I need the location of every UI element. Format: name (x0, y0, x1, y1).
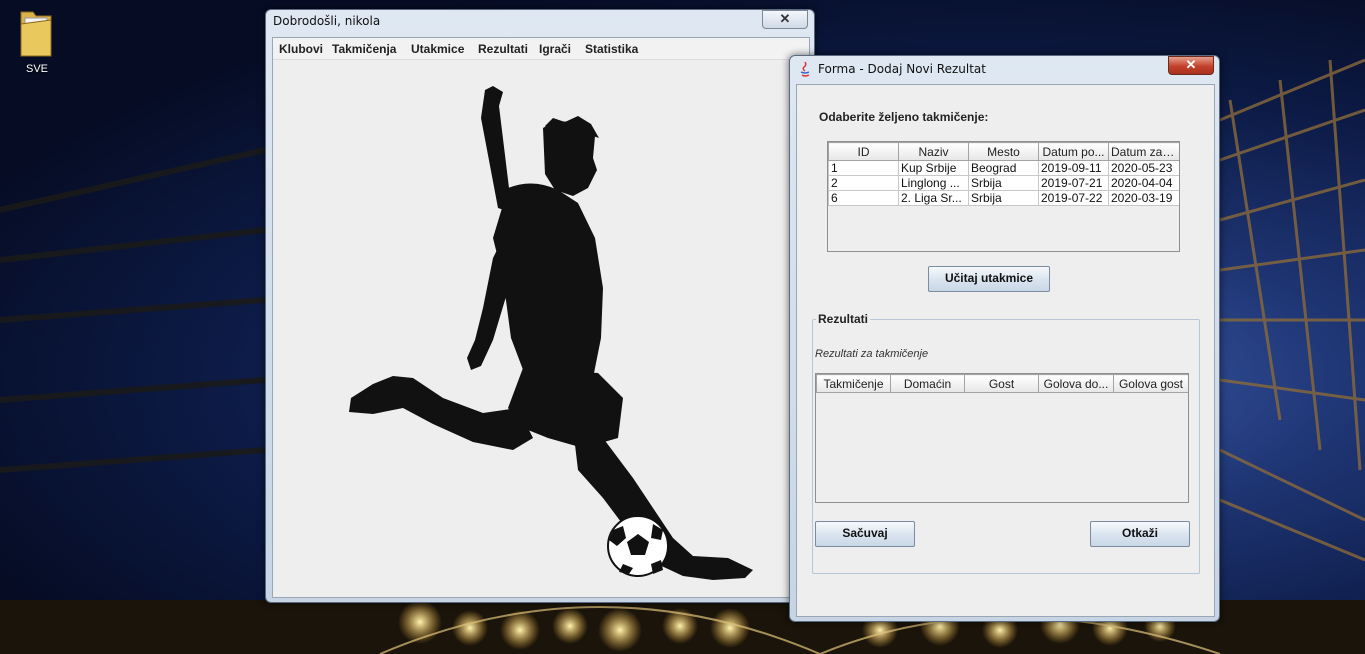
table-cell: Srbija (968, 175, 1039, 191)
table-cell: 2. Liga Sr... (898, 190, 969, 206)
table-cell: 2 (828, 175, 899, 191)
column-header-golova-domacin[interactable]: Golova do... (1038, 374, 1114, 393)
table-cell: 2020-05-23 (1108, 160, 1179, 176)
competitions-table-header: ID Naziv Mesto Datum po... Datum zav... (828, 142, 1179, 161)
results-caption: Rezultati za takmičenje (815, 348, 929, 360)
table-cell: 2020-04-04 (1108, 175, 1179, 191)
close-icon: ✕ (1185, 57, 1197, 72)
main-window-content: Klubovi Takmičenja Utakmice Rezultati Ig… (272, 37, 810, 598)
dialog-close-button[interactable]: ✕ (1168, 56, 1214, 75)
load-matches-button[interactable]: Učitaj utakmice (928, 266, 1050, 292)
column-header-takmicenje[interactable]: Takmičenje (816, 374, 891, 393)
table-cell: Srbija (968, 190, 1039, 206)
close-icon: ✕ (779, 11, 791, 26)
cancel-button[interactable]: Otkaži (1090, 521, 1190, 547)
main-window-close-button[interactable]: ✕ (762, 10, 808, 29)
results-table-header: Takmičenje Domaćin Gost Golova do... Gol… (816, 374, 1188, 393)
table-cell: 2019-07-22 (1038, 190, 1109, 206)
menu-utakmice[interactable]: Utakmice (411, 42, 464, 56)
table-cell: Beograd (968, 160, 1039, 176)
menu-bar: Klubovi Takmičenja Utakmice Rezultati Ig… (273, 38, 809, 60)
results-table[interactable]: Takmičenje Domaćin Gost Golova do... Gol… (815, 373, 1189, 503)
table-cell: Kup Srbije (898, 160, 969, 176)
column-header-gost[interactable]: Gost (964, 374, 1039, 393)
dialog-title: Forma - Dodaj Novi Rezultat (818, 62, 986, 76)
menu-igraci[interactable]: Igrači (539, 42, 571, 56)
menu-takmicenja[interactable]: Takmičenja (332, 42, 396, 56)
menu-statistika[interactable]: Statistika (585, 42, 638, 56)
table-row[interactable]: 2 Linglong ... Srbija 2019-07-21 2020-04… (828, 175, 1179, 191)
column-header-mesto[interactable]: Mesto (968, 142, 1039, 161)
select-competition-label: Odaberite željeno takmičenje: (819, 110, 989, 124)
column-header-golova-gost[interactable]: Golova gost (1113, 374, 1188, 393)
results-group-title: Rezultati (816, 312, 871, 326)
table-cell: Linglong ... (898, 175, 969, 191)
column-header-id[interactable]: ID (828, 142, 899, 161)
dialog-content: Odaberite željeno takmičenje: ID Naziv M… (796, 84, 1215, 617)
table-cell: 2019-07-21 (1038, 175, 1109, 191)
menu-rezultati[interactable]: Rezultati (478, 42, 528, 56)
football-ball-icon (607, 515, 669, 577)
column-header-naziv[interactable]: Naziv (898, 142, 969, 161)
column-header-datum-zavrsetka[interactable]: Datum zav... (1108, 142, 1179, 161)
competitions-table[interactable]: ID Naziv Mesto Datum po... Datum zav... … (827, 141, 1180, 252)
table-row[interactable]: 1 Kup Srbije Beograd 2019-09-11 2020-05-… (828, 160, 1179, 176)
dialog-titlebar[interactable]: Forma - Dodaj Novi Rezultat ✕ (790, 56, 1219, 78)
footballer-silhouette-image (349, 86, 753, 580)
main-window-titlebar[interactable]: Dobrodošli, nikola ✕ (266, 10, 814, 32)
desktop-icon-label: SVE (25, 63, 48, 75)
main-window-title: Dobrodošli, nikola (273, 14, 381, 28)
column-header-domacin[interactable]: Domaćin (890, 374, 965, 393)
menu-klubovi[interactable]: Klubovi (279, 42, 323, 56)
save-button[interactable]: Sačuvaj (815, 521, 915, 547)
table-cell: 2019-09-11 (1038, 160, 1109, 176)
add-result-dialog[interactable]: Forma - Dodaj Novi Rezultat ✕ Odaberite … (789, 55, 1220, 622)
main-window[interactable]: Dobrodošli, nikola ✕ Klubovi Takmičenja … (265, 9, 815, 603)
desktop-icon-sve[interactable]: SVE (12, 6, 62, 75)
table-cell: 2020-03-19 (1108, 190, 1179, 206)
java-icon (800, 61, 810, 77)
table-row[interactable]: 6 2. Liga Sr... Srbija 2019-07-22 2020-0… (828, 190, 1179, 206)
table-cell: 6 (828, 190, 899, 206)
table-cell: 1 (828, 160, 899, 176)
column-header-datum-pocetka[interactable]: Datum po... (1038, 142, 1109, 161)
folder-icon (20, 11, 52, 57)
